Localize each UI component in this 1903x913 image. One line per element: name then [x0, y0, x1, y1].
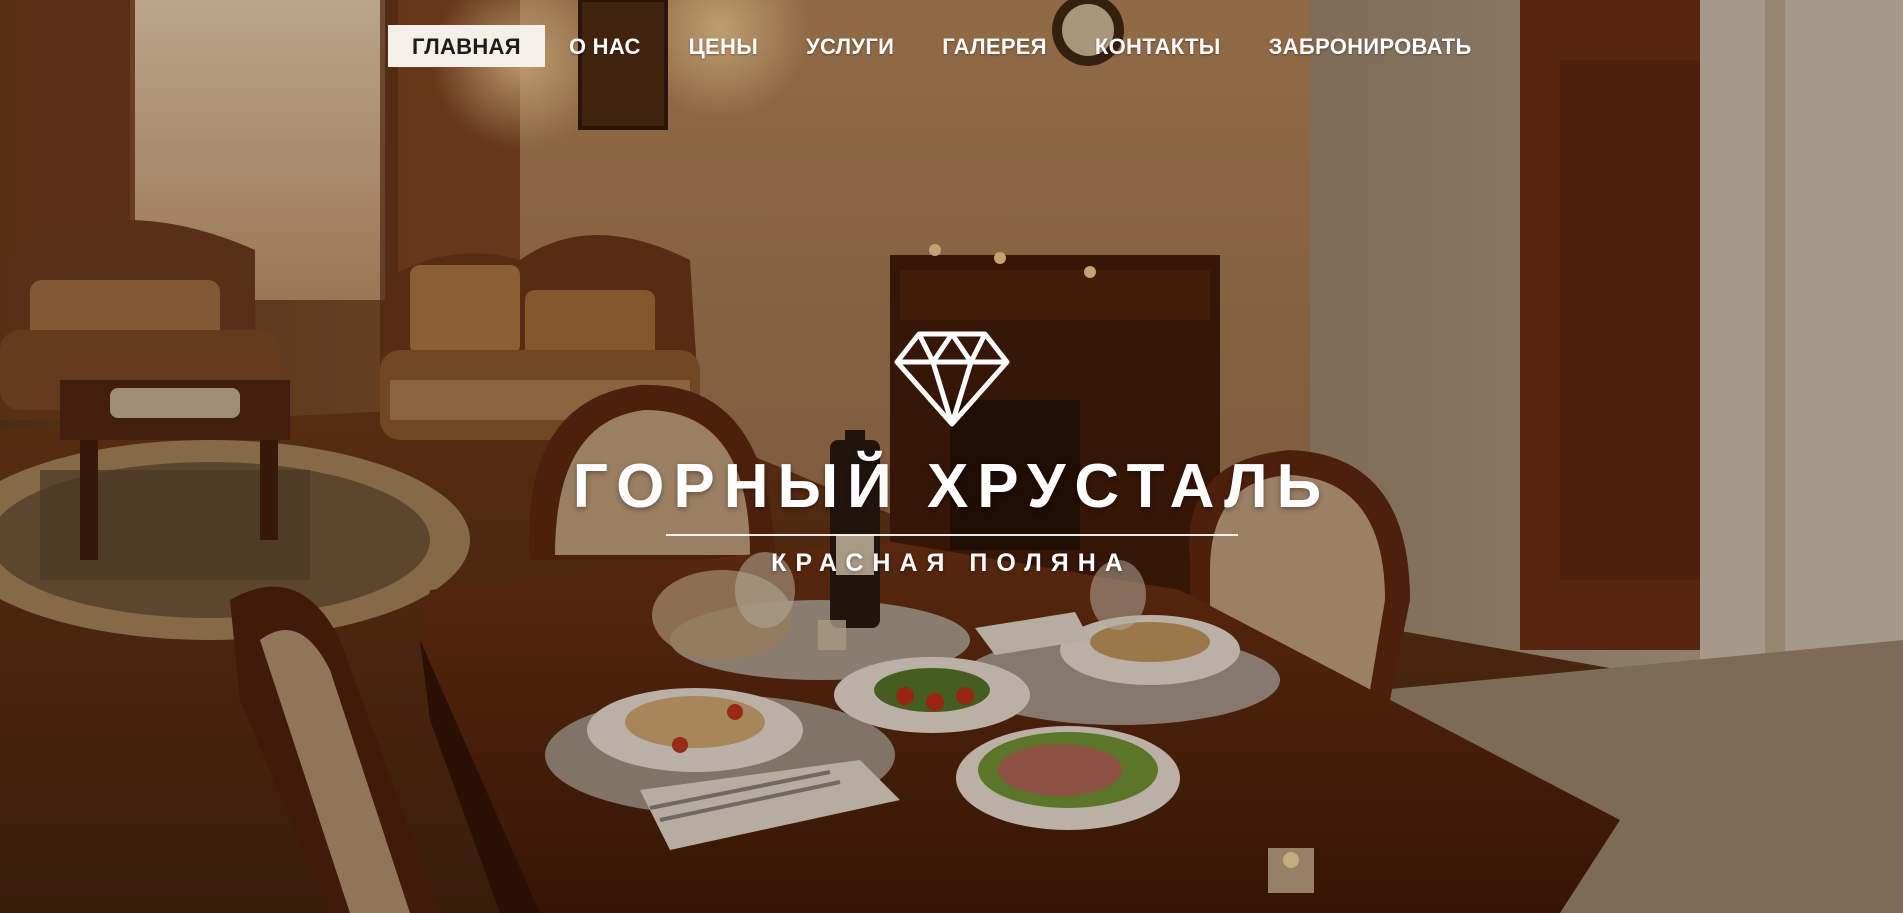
nav-item-prices[interactable]: ЦЕНЫ: [665, 25, 782, 67]
diamond-icon: [894, 331, 1009, 427]
hotel-location: КРАСНАЯ ПОЛЯНА: [771, 549, 1132, 577]
hotel-logo: ГОРНЫЙ ХРУСТАЛЬ КРАСНАЯ ПОЛЯНА: [0, 330, 1903, 578]
hotel-name: ГОРНЫЙ ХРУСТАЛЬ: [572, 452, 1331, 521]
main-nav: ГЛАВНАЯ О НАС ЦЕНЫ УСЛУГИ ГАЛЕРЕЯ КОНТАК…: [388, 25, 1496, 67]
nav-item-home[interactable]: ГЛАВНАЯ: [388, 25, 545, 67]
nav-item-gallery[interactable]: ГАЛЕРЕЯ: [918, 25, 1071, 67]
nav-item-about[interactable]: О НАС: [545, 25, 665, 67]
nav-item-services[interactable]: УСЛУГИ: [782, 25, 918, 67]
nav-item-contacts[interactable]: КОНТАКТЫ: [1071, 25, 1245, 67]
nav-item-book[interactable]: ЗАБРОНИРОВАТЬ: [1245, 25, 1496, 67]
hero-section: ГЛАВНАЯ О НАС ЦЕНЫ УСЛУГИ ГАЛЕРЕЯ КОНТАК…: [0, 0, 1903, 913]
logo-divider: [665, 534, 1238, 536]
